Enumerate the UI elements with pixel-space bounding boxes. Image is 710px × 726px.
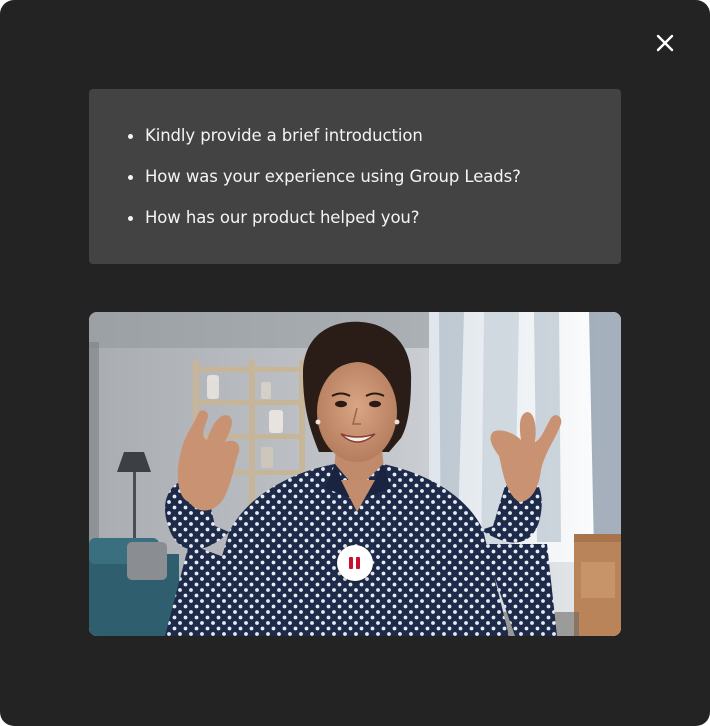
video-preview[interactable] bbox=[89, 312, 621, 636]
pause-button[interactable] bbox=[337, 545, 373, 581]
video-frame-image bbox=[89, 312, 621, 636]
close-button[interactable] bbox=[653, 32, 677, 56]
question-item: How was your experience using Group Lead… bbox=[128, 166, 521, 188]
question-item: Kindly provide a brief introduction bbox=[128, 125, 521, 147]
question-list: Kindly provide a brief introduction How … bbox=[128, 125, 521, 248]
pause-icon bbox=[349, 557, 353, 569]
pause-icon bbox=[356, 557, 360, 569]
question-item: How has our product helped you? bbox=[128, 207, 521, 229]
close-icon bbox=[656, 34, 674, 52]
question-prompts-panel: Kindly provide a brief introduction How … bbox=[89, 89, 621, 264]
recording-modal: Kindly provide a brief introduction How … bbox=[0, 0, 710, 726]
